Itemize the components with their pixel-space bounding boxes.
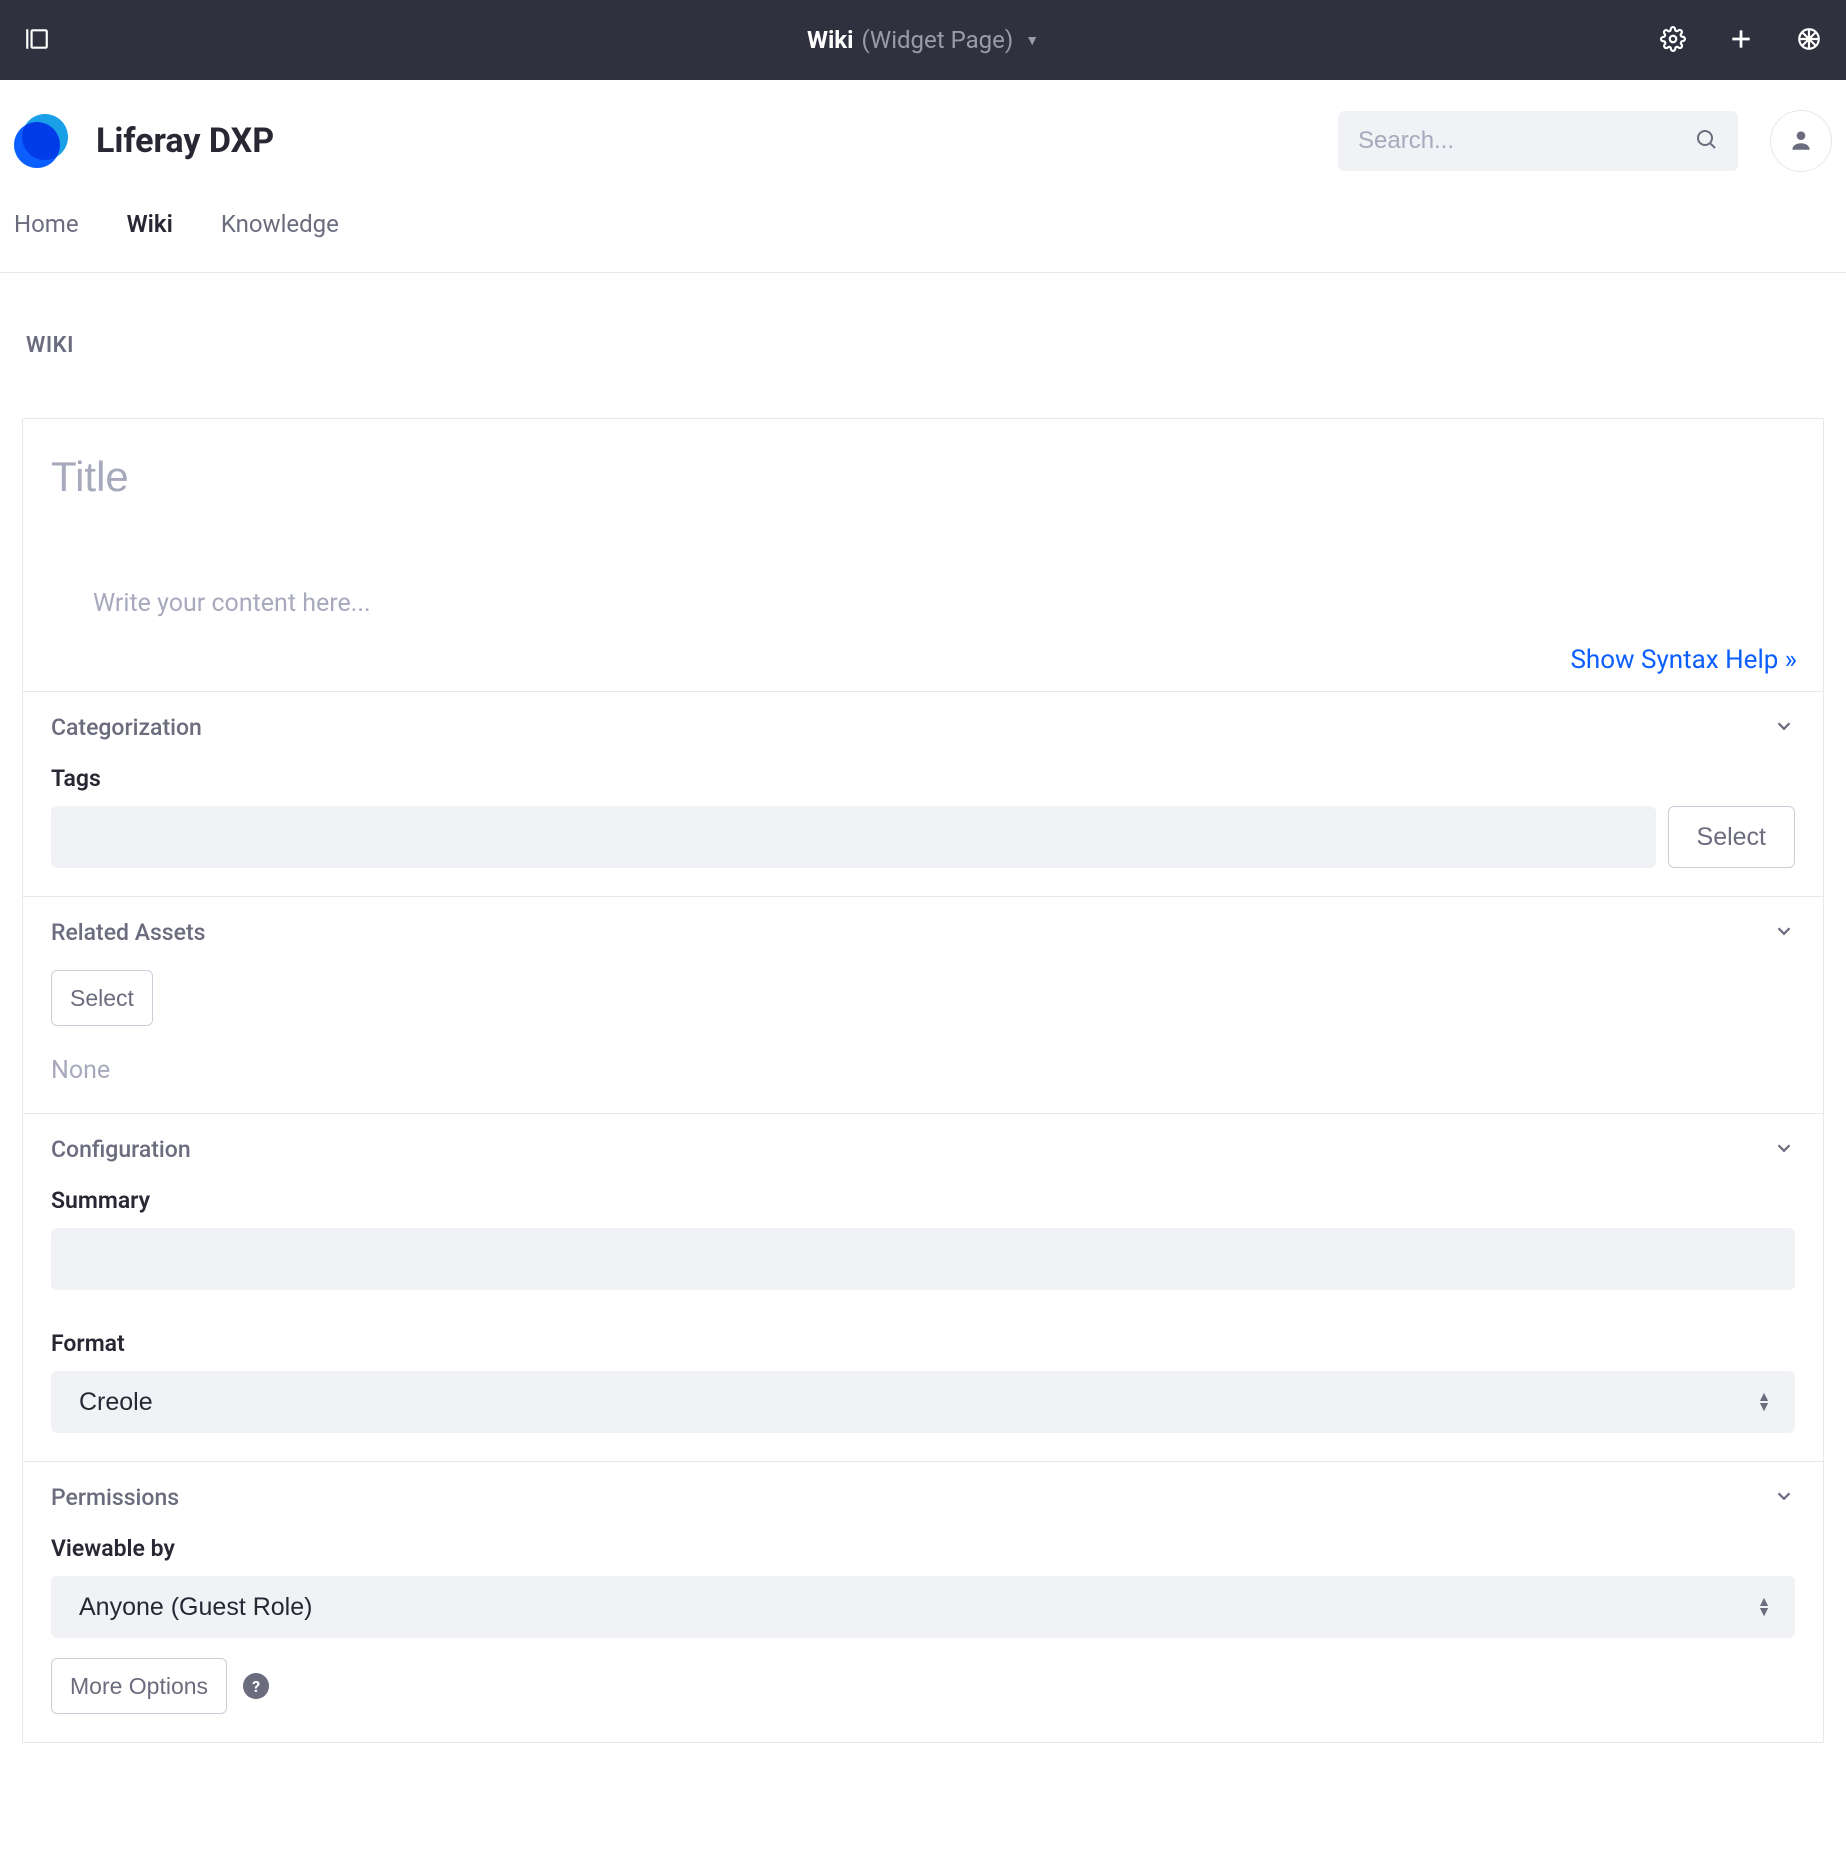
- format-select[interactable]: [51, 1371, 1795, 1433]
- search-input[interactable]: [1358, 127, 1694, 155]
- help-icon[interactable]: ?: [243, 1673, 269, 1699]
- panel-categorization-header[interactable]: Categorization: [23, 692, 1823, 763]
- viewable-select[interactable]: [51, 1576, 1795, 1638]
- simulation-button[interactable]: [1790, 20, 1828, 61]
- site-header-right: [1338, 110, 1832, 172]
- nav-item-wiki[interactable]: Wiki: [127, 210, 173, 238]
- panel-configuration-header[interactable]: Configuration: [23, 1114, 1823, 1185]
- caret-down-icon: ▼: [1025, 32, 1039, 49]
- add-button[interactable]: [1722, 20, 1760, 61]
- related-select-button[interactable]: Select: [51, 970, 153, 1026]
- portlet-title: WIKI: [26, 333, 1824, 358]
- product-menu-toggle[interactable]: [18, 20, 56, 61]
- panel-left-icon: [24, 26, 50, 55]
- site-brand: Liferay DXP: [14, 114, 274, 168]
- format-select-wrap: ▲▼: [51, 1371, 1795, 1433]
- tags-label: Tags: [51, 765, 1795, 792]
- syntax-help-row: Show Syntax Help »: [23, 635, 1823, 691]
- wiki-edit-form: Show Syntax Help » Categorization Tags S…: [22, 418, 1824, 1743]
- panel-categorization: Categorization Tags Select: [23, 691, 1823, 896]
- tags-select-button[interactable]: Select: [1668, 806, 1795, 868]
- user-menu-button[interactable]: [1770, 110, 1832, 172]
- search-icon: [1694, 127, 1718, 155]
- page-subtitle: (Widget Page): [861, 26, 1013, 54]
- chevron-down-icon: [1773, 1485, 1795, 1511]
- title-input[interactable]: [47, 453, 1799, 515]
- site-nav: Home Wiki Knowledge: [0, 192, 1846, 272]
- more-options-button[interactable]: More Options: [51, 1658, 227, 1714]
- page-body: WIKI Show Syntax Help » Categorization T…: [0, 273, 1846, 1743]
- panel-related-body: Select None: [23, 968, 1823, 1113]
- tags-row: Select: [51, 806, 1795, 868]
- site-logo[interactable]: [14, 114, 68, 168]
- summary-label: Summary: [51, 1187, 1795, 1214]
- panel-categorization-body: Tags Select: [23, 763, 1823, 896]
- panel-permissions: Permissions Viewable by ▲▼ More Options …: [23, 1461, 1823, 1742]
- panel-permissions-header[interactable]: Permissions: [23, 1462, 1823, 1533]
- control-menu: Wiki (Widget Page) ▼: [0, 0, 1846, 80]
- page-title-group[interactable]: Wiki (Widget Page) ▼: [807, 26, 1039, 54]
- syntax-help-link[interactable]: Show Syntax Help »: [1570, 645, 1797, 675]
- viewable-select-wrap: ▲▼: [51, 1576, 1795, 1638]
- nav-item-home[interactable]: Home: [14, 210, 79, 238]
- panel-configuration-title: Configuration: [51, 1136, 191, 1163]
- panel-related-header[interactable]: Related Assets: [23, 897, 1823, 968]
- select-arrows-icon: ▲▼: [1757, 1392, 1771, 1412]
- nav-item-knowledge[interactable]: Knowledge: [221, 210, 339, 238]
- panel-configuration: Configuration Summary Format ▲▼: [23, 1113, 1823, 1461]
- chevron-down-icon: [1773, 920, 1795, 946]
- panel-permissions-body: Viewable by ▲▼ More Options ?: [23, 1533, 1823, 1742]
- tags-input[interactable]: [51, 806, 1656, 868]
- plus-icon: [1728, 26, 1754, 55]
- panel-related-title: Related Assets: [51, 919, 205, 946]
- content-textarea[interactable]: [93, 589, 1799, 625]
- gear-icon: [1660, 26, 1686, 55]
- viewable-label: Viewable by: [51, 1535, 1795, 1562]
- simulation-icon: [1796, 26, 1822, 55]
- site-name: Liferay DXP: [96, 121, 274, 161]
- search-bar[interactable]: [1338, 111, 1738, 171]
- chevron-down-icon: [1773, 1137, 1795, 1163]
- configure-page-button[interactable]: [1654, 20, 1692, 61]
- panel-configuration-body: Summary Format ▲▼: [23, 1185, 1823, 1461]
- summary-input[interactable]: [51, 1228, 1795, 1290]
- site-header: Liferay DXP: [0, 80, 1846, 192]
- select-arrows-icon: ▲▼: [1757, 1597, 1771, 1617]
- page-title: Wiki: [807, 26, 854, 54]
- panel-categorization-title: Categorization: [51, 714, 202, 741]
- chevron-down-icon: [1773, 715, 1795, 741]
- panel-related-assets: Related Assets Select None: [23, 896, 1823, 1113]
- control-menu-left: [18, 20, 56, 61]
- content-section: [23, 525, 1823, 635]
- more-options-row: More Options ?: [51, 1658, 1795, 1714]
- user-icon: [1788, 127, 1814, 156]
- format-label: Format: [51, 1330, 1795, 1357]
- related-empty-text: None: [51, 1056, 1795, 1085]
- panel-permissions-title: Permissions: [51, 1484, 179, 1511]
- title-section: [23, 419, 1823, 525]
- control-menu-right: [1654, 20, 1828, 61]
